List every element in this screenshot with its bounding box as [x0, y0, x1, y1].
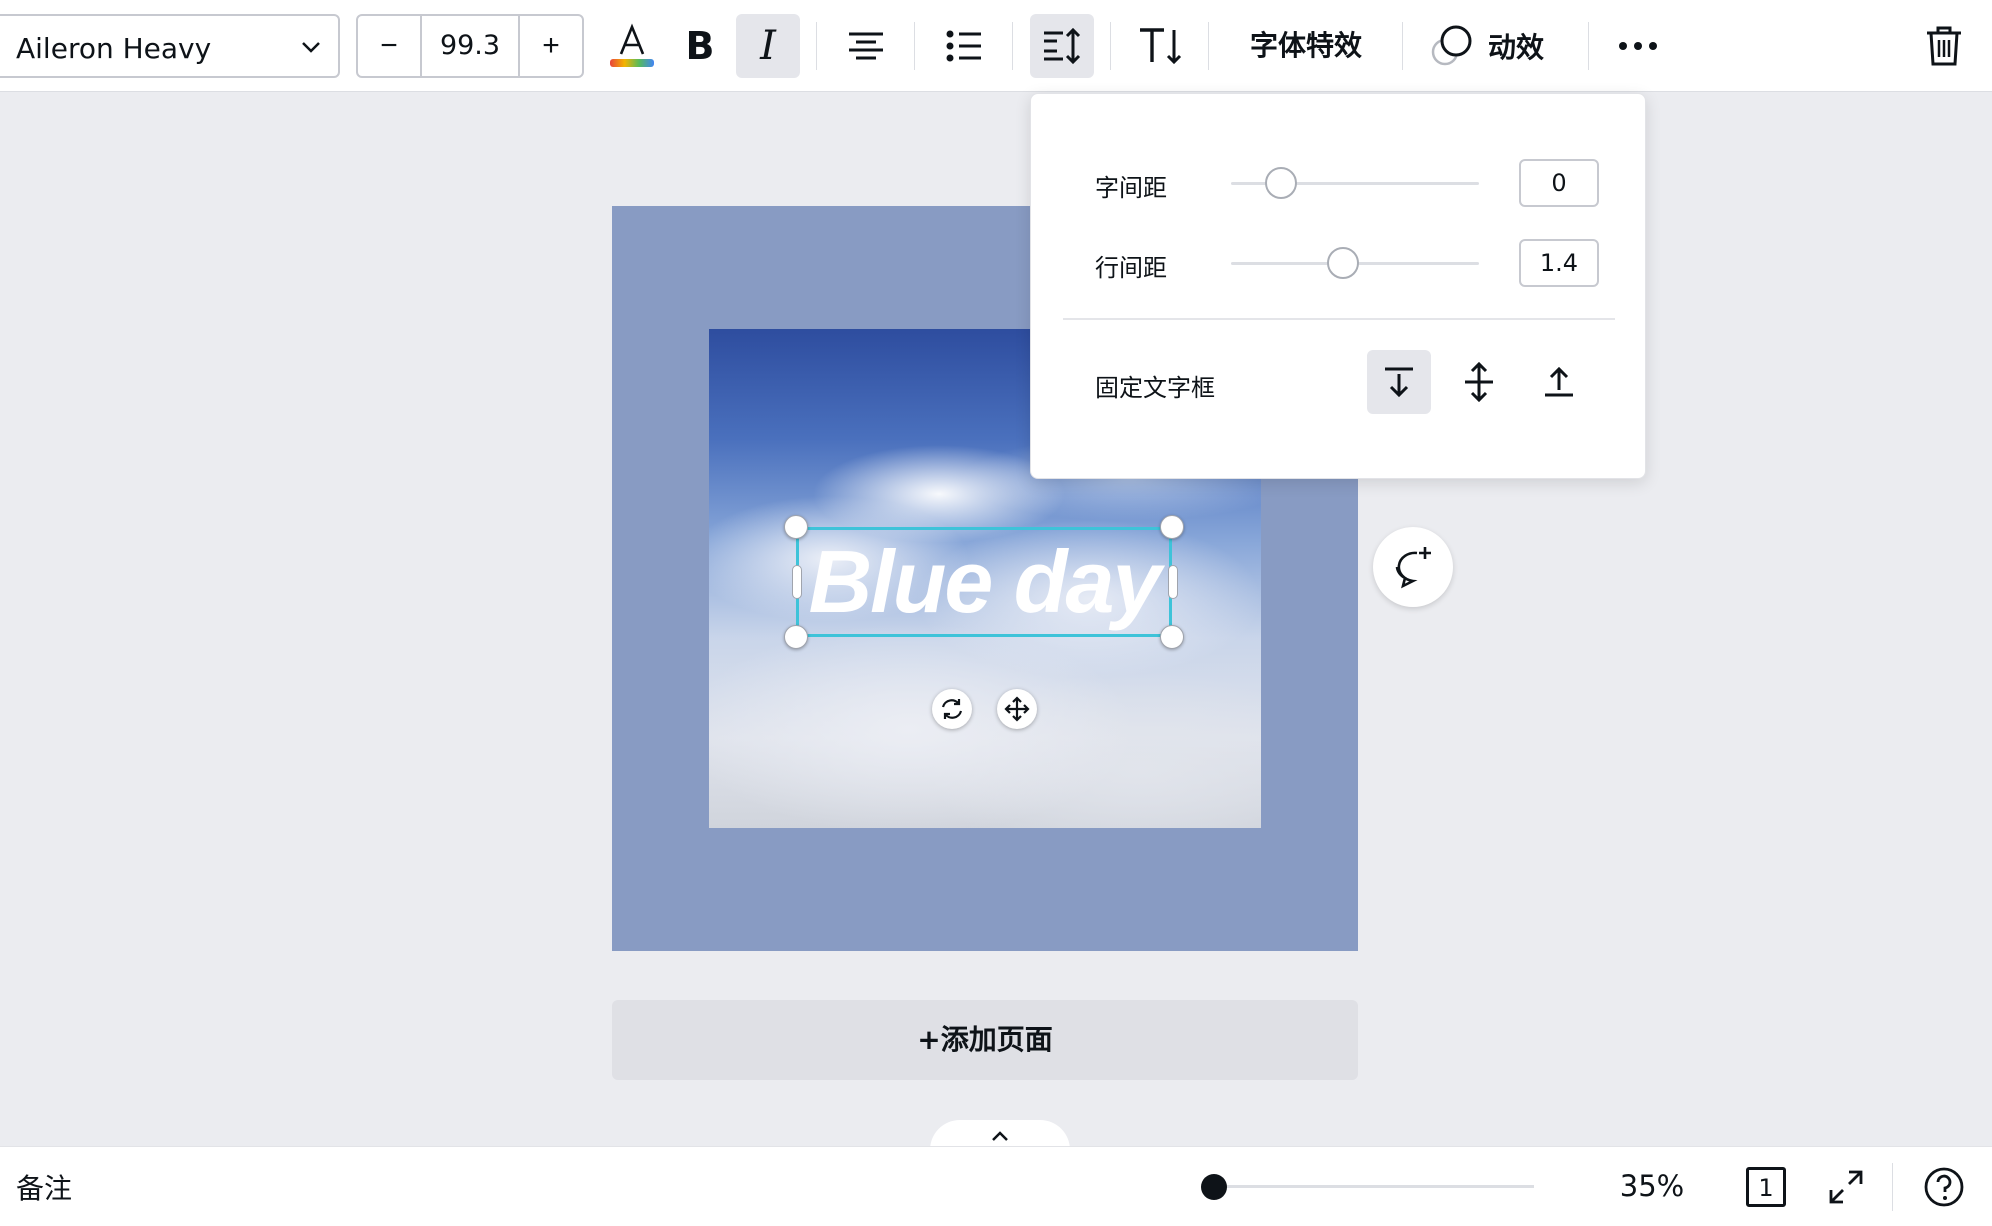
trash-icon — [1927, 26, 1961, 66]
font-effects-button[interactable]: 字体特效 — [1250, 14, 1362, 78]
add-page-button[interactable]: +添加页面 — [612, 1000, 1358, 1080]
page-count-button[interactable]: 1 — [1746, 1167, 1786, 1207]
fullscreen-button[interactable] — [1814, 1155, 1878, 1219]
text-direction-button[interactable] — [1128, 14, 1192, 78]
resize-handle-top-left[interactable] — [784, 515, 808, 539]
toolbar-divider — [1012, 22, 1013, 70]
spacing-popover: 字间距 0 行间距 1.4 固定文字框 — [1030, 93, 1646, 479]
move-button[interactable] — [997, 689, 1037, 729]
add-comment-button[interactable] — [1373, 527, 1453, 607]
resize-handle-left[interactable] — [792, 565, 802, 599]
more-options-button[interactable] — [1606, 14, 1670, 78]
toolbar-divider — [1402, 22, 1403, 70]
toolbar-divider — [1110, 22, 1111, 70]
toolbar-divider — [1208, 22, 1209, 70]
zoom-slider-thumb[interactable] — [1201, 1174, 1227, 1200]
resize-handle-top-right[interactable] — [1160, 515, 1184, 539]
animate-button[interactable]: 动效 — [1428, 14, 1628, 78]
resize-handle-bottom-right[interactable] — [1160, 625, 1184, 649]
text-toolbar: Aileron Heavy − 99.3 + B I 字体特效 动效 — [0, 0, 1992, 92]
text-color-button[interactable] — [600, 14, 664, 78]
spacing-button[interactable] — [1030, 14, 1094, 78]
toolbar-divider — [1588, 22, 1589, 70]
anchor-top-icon — [1385, 367, 1413, 398]
delete-button[interactable] — [1912, 14, 1976, 78]
line-spacing-label: 行间距 — [1095, 254, 1167, 282]
align-center-icon — [849, 32, 883, 60]
rotate-button[interactable] — [932, 689, 972, 729]
anchor-bottom-button[interactable] — [1527, 350, 1591, 414]
list-button[interactable] — [932, 14, 996, 78]
font-size-input[interactable]: 99.3 — [422, 16, 518, 76]
move-icon — [1004, 696, 1030, 722]
font-family-select[interactable]: Aileron Heavy — [0, 14, 340, 78]
anchor-bottom-icon — [1545, 366, 1573, 397]
resize-handle-bottom-left[interactable] — [784, 625, 808, 649]
italic-button[interactable]: I — [736, 14, 800, 78]
bold-button[interactable]: B — [668, 14, 732, 78]
selection-outline — [796, 527, 1172, 637]
toolbar-divider — [816, 22, 817, 70]
letter-spacing-slider-thumb[interactable] — [1265, 167, 1297, 199]
rotate-icon — [941, 699, 963, 719]
help-button[interactable] — [1912, 1155, 1976, 1219]
font-family-value: Aileron Heavy — [16, 32, 212, 65]
anchor-top-button[interactable] — [1367, 350, 1431, 414]
zoom-level[interactable]: 35% — [1612, 1169, 1692, 1203]
list-icon — [946, 30, 981, 62]
anchor-middle-icon — [1465, 362, 1493, 402]
chevron-down-icon — [302, 42, 320, 53]
popover-divider — [1063, 318, 1615, 320]
animate-label: 动效 — [1488, 31, 1545, 64]
text-color-icon — [610, 23, 654, 67]
italic-icon: I — [760, 23, 776, 69]
align-button[interactable] — [834, 14, 898, 78]
decrease-font-size-button[interactable]: − — [358, 16, 422, 76]
spacing-icon — [1044, 27, 1081, 65]
fullscreen-icon — [1829, 1170, 1863, 1204]
more-icon — [1619, 42, 1657, 50]
animate-icon — [1431, 25, 1472, 66]
increase-font-size-button[interactable]: + — [518, 16, 582, 76]
text-direction-icon — [1140, 28, 1182, 65]
toolbar-divider — [914, 22, 915, 70]
line-spacing-input[interactable]: 1.4 — [1519, 239, 1599, 287]
bottom-bar: 备注 35% 1 — [0, 1146, 1992, 1226]
letter-spacing-input[interactable]: 0 — [1519, 159, 1599, 207]
fixed-textbox-label: 固定文字框 — [1095, 374, 1215, 402]
chevron-up-icon — [992, 1131, 1008, 1141]
letter-spacing-label: 字间距 — [1095, 174, 1167, 202]
toolbar-divider — [1892, 1163, 1893, 1211]
help-icon — [1924, 1167, 1964, 1207]
notes-button[interactable]: 备注 — [16, 1167, 72, 1207]
anchor-middle-button[interactable] — [1447, 350, 1511, 414]
add-comment-icon — [1395, 547, 1431, 589]
line-spacing-slider-thumb[interactable] — [1327, 247, 1359, 279]
bold-icon: B — [685, 24, 715, 68]
zoom-slider[interactable] — [1212, 1185, 1534, 1188]
resize-handle-right[interactable] — [1168, 565, 1178, 599]
font-size-stepper: − 99.3 + — [356, 14, 584, 78]
